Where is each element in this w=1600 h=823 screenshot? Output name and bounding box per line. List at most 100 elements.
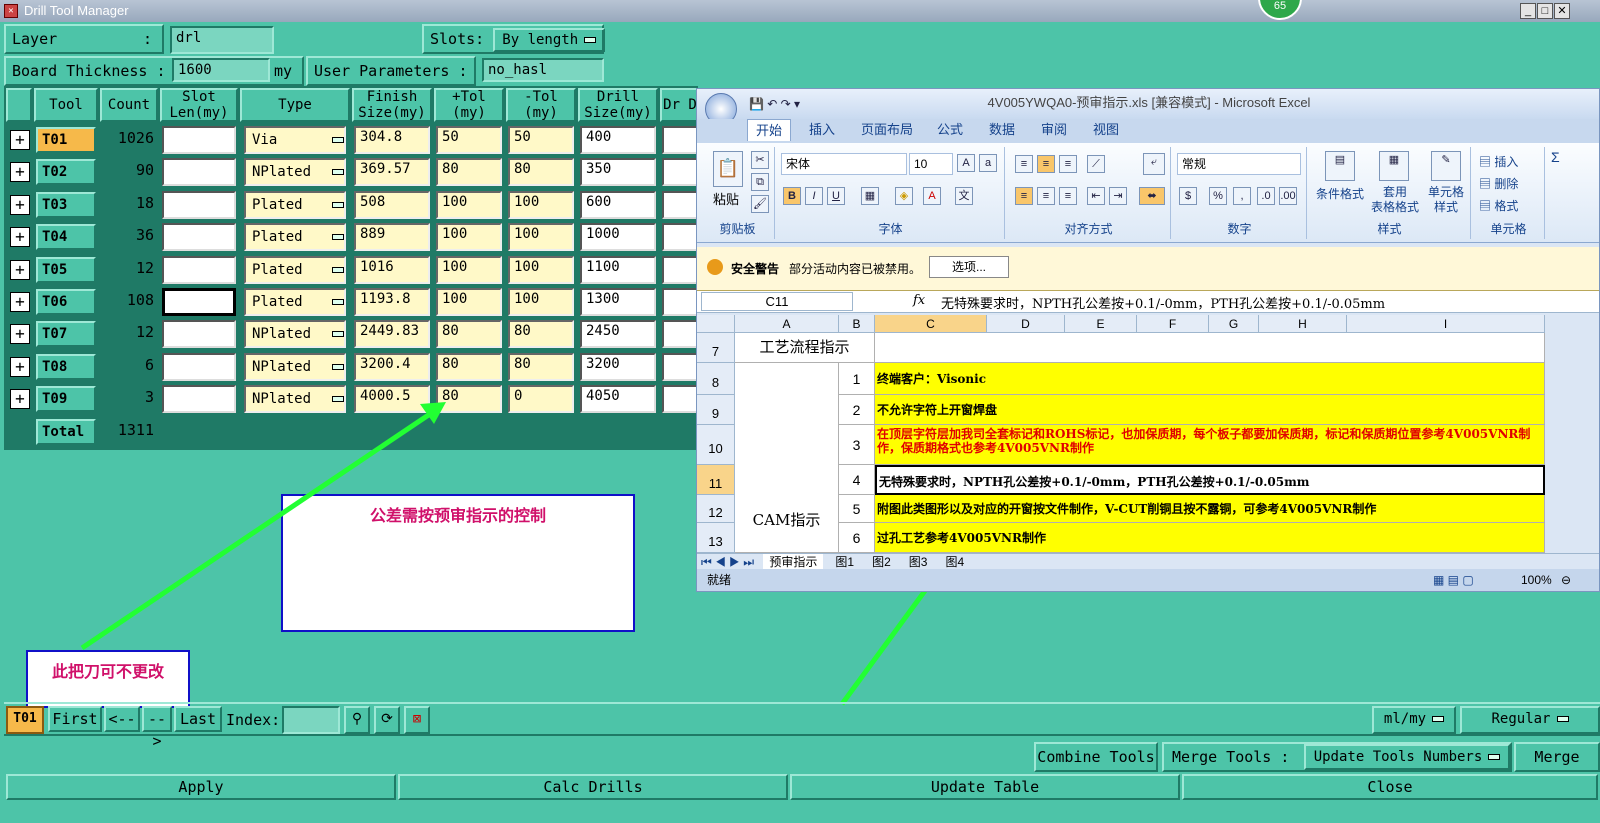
- align-top-icon[interactable]: ≡: [1015, 155, 1033, 173]
- conditional-format-button[interactable]: 条件格式: [1313, 185, 1367, 202]
- clear-icon[interactable]: ⊠: [404, 706, 430, 734]
- combine-tools-button[interactable]: Combine Tools: [1034, 742, 1158, 772]
- sheet-tab[interactable]: 预审指示: [763, 554, 824, 570]
- percent-icon[interactable]: %: [1209, 187, 1227, 205]
- cell-style-button[interactable]: 单元格 样式: [1423, 185, 1469, 215]
- column-header[interactable]: I: [1347, 315, 1545, 333]
- refresh-icon[interactable]: ⟳: [374, 706, 400, 734]
- column-header[interactable]: G: [1209, 315, 1259, 333]
- sheet-tab[interactable]: 图3: [903, 554, 934, 570]
- formula-input[interactable]: 无特殊要求时，NPTH孔公差按+0.1/-0mm，PTH孔公差按+0.1/-0.…: [941, 293, 1385, 312]
- italic-icon[interactable]: I: [805, 187, 823, 205]
- fx-icon[interactable]: fx: [913, 293, 925, 308]
- view-icons[interactable]: ▦ ▤ ▢: [1433, 569, 1474, 591]
- item-number[interactable]: 2: [839, 395, 875, 425]
- item-text[interactable]: 终端客户：Visonic: [875, 363, 1545, 395]
- mode-dropdown[interactable]: Regular: [1460, 706, 1600, 734]
- ribbon-tab[interactable]: 数据: [981, 119, 1023, 141]
- ribbon-tab[interactable]: 公式: [929, 119, 971, 141]
- align-bottom-icon[interactable]: ≡: [1059, 155, 1077, 173]
- font-name-select[interactable]: 宋体: [781, 153, 907, 175]
- ribbon-tab[interactable]: 开始: [747, 119, 792, 141]
- select-all[interactable]: [697, 315, 735, 333]
- update-numbers-dropdown[interactable]: Update Tools Numbers: [1304, 744, 1510, 770]
- update-table-button[interactable]: Update Table: [790, 774, 1180, 800]
- cut-icon[interactable]: ✂: [751, 151, 769, 169]
- ribbon-tab[interactable]: 插入: [801, 119, 843, 141]
- column-header[interactable]: C: [875, 315, 987, 333]
- ribbon-tab[interactable]: 页面布局: [853, 119, 921, 141]
- format-cells-button[interactable]: ▤ 格式: [1479, 197, 1518, 214]
- item-number[interactable]: 1: [839, 363, 875, 395]
- decrease-decimal-icon[interactable]: .00: [1279, 187, 1297, 205]
- column-header[interactable]: D: [987, 315, 1065, 333]
- column-header[interactable]: H: [1259, 315, 1347, 333]
- row-header[interactable]: 9: [697, 395, 735, 425]
- align-right-icon[interactable]: ≡: [1059, 187, 1077, 205]
- fill-color-icon[interactable]: ◈: [895, 187, 913, 205]
- border-icon[interactable]: ▦: [861, 187, 879, 205]
- calc-drills-button[interactable]: Calc Drills: [398, 774, 788, 800]
- currency-icon[interactable]: $: [1179, 187, 1197, 205]
- increase-indent-icon[interactable]: ⇥: [1109, 187, 1127, 205]
- comma-icon[interactable]: ,: [1233, 187, 1251, 205]
- align-center-icon[interactable]: ≡: [1037, 187, 1055, 205]
- sheet-tab[interactable]: 图1: [829, 554, 860, 570]
- item-number[interactable]: 3: [839, 425, 875, 465]
- close-button[interactable]: Close: [1182, 774, 1598, 800]
- ribbon-tab[interactable]: 视图: [1085, 119, 1127, 141]
- table-format-button[interactable]: 套用 表格格式: [1367, 185, 1423, 215]
- row-header[interactable]: 7: [697, 333, 735, 363]
- sum-icon[interactable]: Σ: [1551, 149, 1560, 165]
- search-icon[interactable]: ⚲: [344, 706, 370, 734]
- decrease-indent-icon[interactable]: ⇤: [1087, 187, 1105, 205]
- item-text[interactable]: 不允许字符上开窗焊盘: [875, 395, 1545, 425]
- item-text[interactable]: 无特殊要求时，NPTH孔公差按+0.1/-0mm，PTH孔公差按+0.1/-0.…: [875, 465, 1545, 495]
- merge-button[interactable]: Merge: [1514, 742, 1600, 772]
- merge-center-icon[interactable]: ⬌: [1139, 187, 1165, 205]
- number-format-select[interactable]: 常规: [1177, 153, 1301, 175]
- align-middle-icon[interactable]: ≡: [1037, 155, 1055, 173]
- next-button[interactable]: -->: [142, 706, 172, 750]
- last-button[interactable]: Last: [174, 706, 222, 732]
- conditional-format-icon[interactable]: ▤: [1325, 151, 1355, 181]
- column-header[interactable]: E: [1065, 315, 1137, 333]
- sheet-tab[interactable]: 图4: [939, 554, 970, 570]
- security-options-button[interactable]: 选项...: [929, 256, 1009, 278]
- format-painter-icon[interactable]: 🖌: [751, 195, 769, 213]
- item-number[interactable]: 5: [839, 495, 875, 523]
- prev-button[interactable]: <--: [104, 706, 140, 732]
- column-header[interactable]: A: [735, 315, 839, 333]
- row-header[interactable]: 10: [697, 425, 735, 465]
- phonetic-icon[interactable]: 文: [955, 187, 973, 205]
- section-process-blank[interactable]: [875, 333, 1545, 363]
- insert-cells-button[interactable]: ▤ 插入: [1479, 153, 1518, 170]
- delete-cells-button[interactable]: ▤ 删除: [1479, 175, 1518, 192]
- sheet-nav-icon[interactable]: ⏮ ◀ ▶ ⏭: [701, 555, 754, 569]
- row-header[interactable]: 11: [697, 465, 735, 495]
- first-button[interactable]: First: [48, 706, 102, 732]
- zoom-level[interactable]: 100%: [1521, 569, 1552, 591]
- cell-style-icon[interactable]: ✎: [1431, 151, 1461, 181]
- item-number[interactable]: 6: [839, 523, 875, 553]
- column-header[interactable]: F: [1137, 315, 1209, 333]
- apply-button[interactable]: Apply: [6, 774, 396, 800]
- row-header[interactable]: 13: [697, 523, 735, 553]
- font-color-icon[interactable]: A: [923, 187, 941, 205]
- item-text[interactable]: 附图此类图形以及对应的开窗按文件制作，V-CUT削铜且按不露铜，可参考4V005…: [875, 495, 1545, 523]
- shrink-font-icon[interactable]: a: [979, 154, 997, 172]
- index-field[interactable]: [282, 706, 340, 734]
- excel-window[interactable]: 4V005YWQA0-预审指示.xls [兼容模式] - Microsoft E…: [696, 88, 1600, 592]
- bold-icon[interactable]: B: [783, 187, 801, 205]
- column-header[interactable]: B: [839, 315, 875, 333]
- underline-icon[interactable]: U: [827, 187, 845, 205]
- quick-access-toolbar[interactable]: 💾 ↶ ↷ ▾: [749, 97, 800, 111]
- zoom-out-icon[interactable]: ⊖: [1561, 569, 1571, 591]
- item-text[interactable]: 在顶层字符层加我司全套标记和ROHS标记，也加保质期，每个板子都要加保质期，标记…: [875, 425, 1545, 465]
- paste-button[interactable]: 粘贴: [713, 189, 739, 208]
- name-box[interactable]: C11: [701, 292, 853, 311]
- units-dropdown[interactable]: ml/my: [1372, 706, 1456, 734]
- paste-icon[interactable]: 📋: [713, 151, 743, 187]
- item-text[interactable]: 过孔工艺参考4V005VNR制作: [875, 523, 1545, 553]
- item-number[interactable]: 4: [839, 465, 875, 495]
